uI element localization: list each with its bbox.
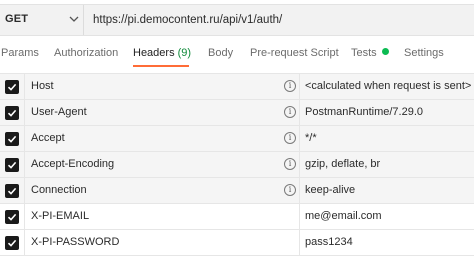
tab-tests[interactable]: Tests bbox=[351, 47, 389, 59]
checkmark-icon bbox=[7, 213, 17, 221]
checkmark-icon bbox=[7, 239, 17, 247]
header-key-input[interactable]: X-PI-PASSWORD bbox=[31, 236, 119, 248]
tab-authorization[interactable]: Authorization bbox=[54, 47, 118, 59]
tab-headers-count: (9) bbox=[177, 47, 192, 59]
header-key: User-Agent bbox=[31, 106, 87, 118]
header-value: */* bbox=[305, 132, 317, 144]
header-key-input[interactable]: X-PI-EMAIL bbox=[31, 210, 89, 222]
checkmark-icon bbox=[7, 187, 17, 195]
tests-status-dot-icon bbox=[381, 48, 389, 55]
header-key: Connection bbox=[31, 184, 87, 196]
header-key: Host bbox=[31, 80, 54, 92]
row-checkbox[interactable] bbox=[5, 210, 19, 224]
info-icon[interactable]: i bbox=[284, 184, 296, 196]
header-value: gzip, deflate, br bbox=[305, 158, 381, 170]
header-value-input[interactable]: me@email.com bbox=[305, 210, 382, 222]
method-select[interactable]: GET bbox=[0, 5, 84, 35]
tab-headers-label: Headers bbox=[133, 47, 175, 59]
checkmark-icon bbox=[7, 161, 17, 169]
tab-params[interactable]: Params bbox=[1, 47, 39, 59]
table-row: X-PI-PASSWORD pass1234 bbox=[0, 230, 474, 256]
header-value: <calculated when request is sent> bbox=[305, 80, 472, 92]
checkmark-icon bbox=[7, 135, 17, 143]
header-value-input[interactable]: pass1234 bbox=[305, 236, 353, 248]
info-icon[interactable]: i bbox=[284, 132, 296, 144]
table-row: Accept i */* bbox=[0, 126, 474, 152]
table-row: Accept-Encoding i gzip, deflate, br bbox=[0, 152, 474, 178]
info-icon[interactable]: i bbox=[284, 80, 296, 92]
header-value: PostmanRuntime/7.29.0 bbox=[305, 106, 424, 118]
row-checkbox[interactable] bbox=[5, 184, 19, 198]
method-label: GET bbox=[5, 13, 29, 25]
request-url-bar: GET bbox=[0, 4, 474, 36]
table-row: X-PI-EMAIL me@email.com bbox=[0, 204, 474, 230]
info-icon[interactable]: i bbox=[284, 106, 296, 118]
tab-settings[interactable]: Settings bbox=[404, 47, 444, 59]
info-icon[interactable]: i bbox=[284, 158, 296, 170]
header-value: keep-alive bbox=[305, 184, 356, 196]
headers-table: Host i <calculated when request is sent>… bbox=[0, 73, 474, 258]
header-key: Accept-Encoding bbox=[31, 158, 115, 170]
checkmark-icon bbox=[7, 83, 17, 91]
row-checkbox[interactable] bbox=[5, 106, 19, 120]
chevron-down-icon bbox=[69, 16, 79, 22]
header-key: Accept bbox=[31, 132, 65, 144]
active-tab-indicator bbox=[133, 65, 189, 67]
tab-body[interactable]: Body bbox=[208, 47, 233, 59]
table-row: Host i <calculated when request is sent> bbox=[0, 74, 474, 100]
checkmark-icon bbox=[7, 109, 17, 117]
table-row: Connection i keep-alive bbox=[0, 178, 474, 204]
table-row: User-Agent i PostmanRuntime/7.29.0 bbox=[0, 100, 474, 126]
request-tabs: Params Authorization Headers (9) Body Pr… bbox=[0, 40, 474, 68]
url-input[interactable] bbox=[84, 5, 472, 35]
tab-pre-request-script[interactable]: Pre-request Script bbox=[250, 47, 339, 59]
row-checkbox[interactable] bbox=[5, 158, 19, 172]
row-checkbox[interactable] bbox=[5, 236, 19, 250]
row-checkbox[interactable] bbox=[5, 132, 19, 146]
row-checkbox[interactable] bbox=[5, 80, 19, 94]
tab-headers[interactable]: Headers (9) bbox=[133, 47, 191, 59]
tab-tests-label: Tests bbox=[351, 47, 377, 59]
